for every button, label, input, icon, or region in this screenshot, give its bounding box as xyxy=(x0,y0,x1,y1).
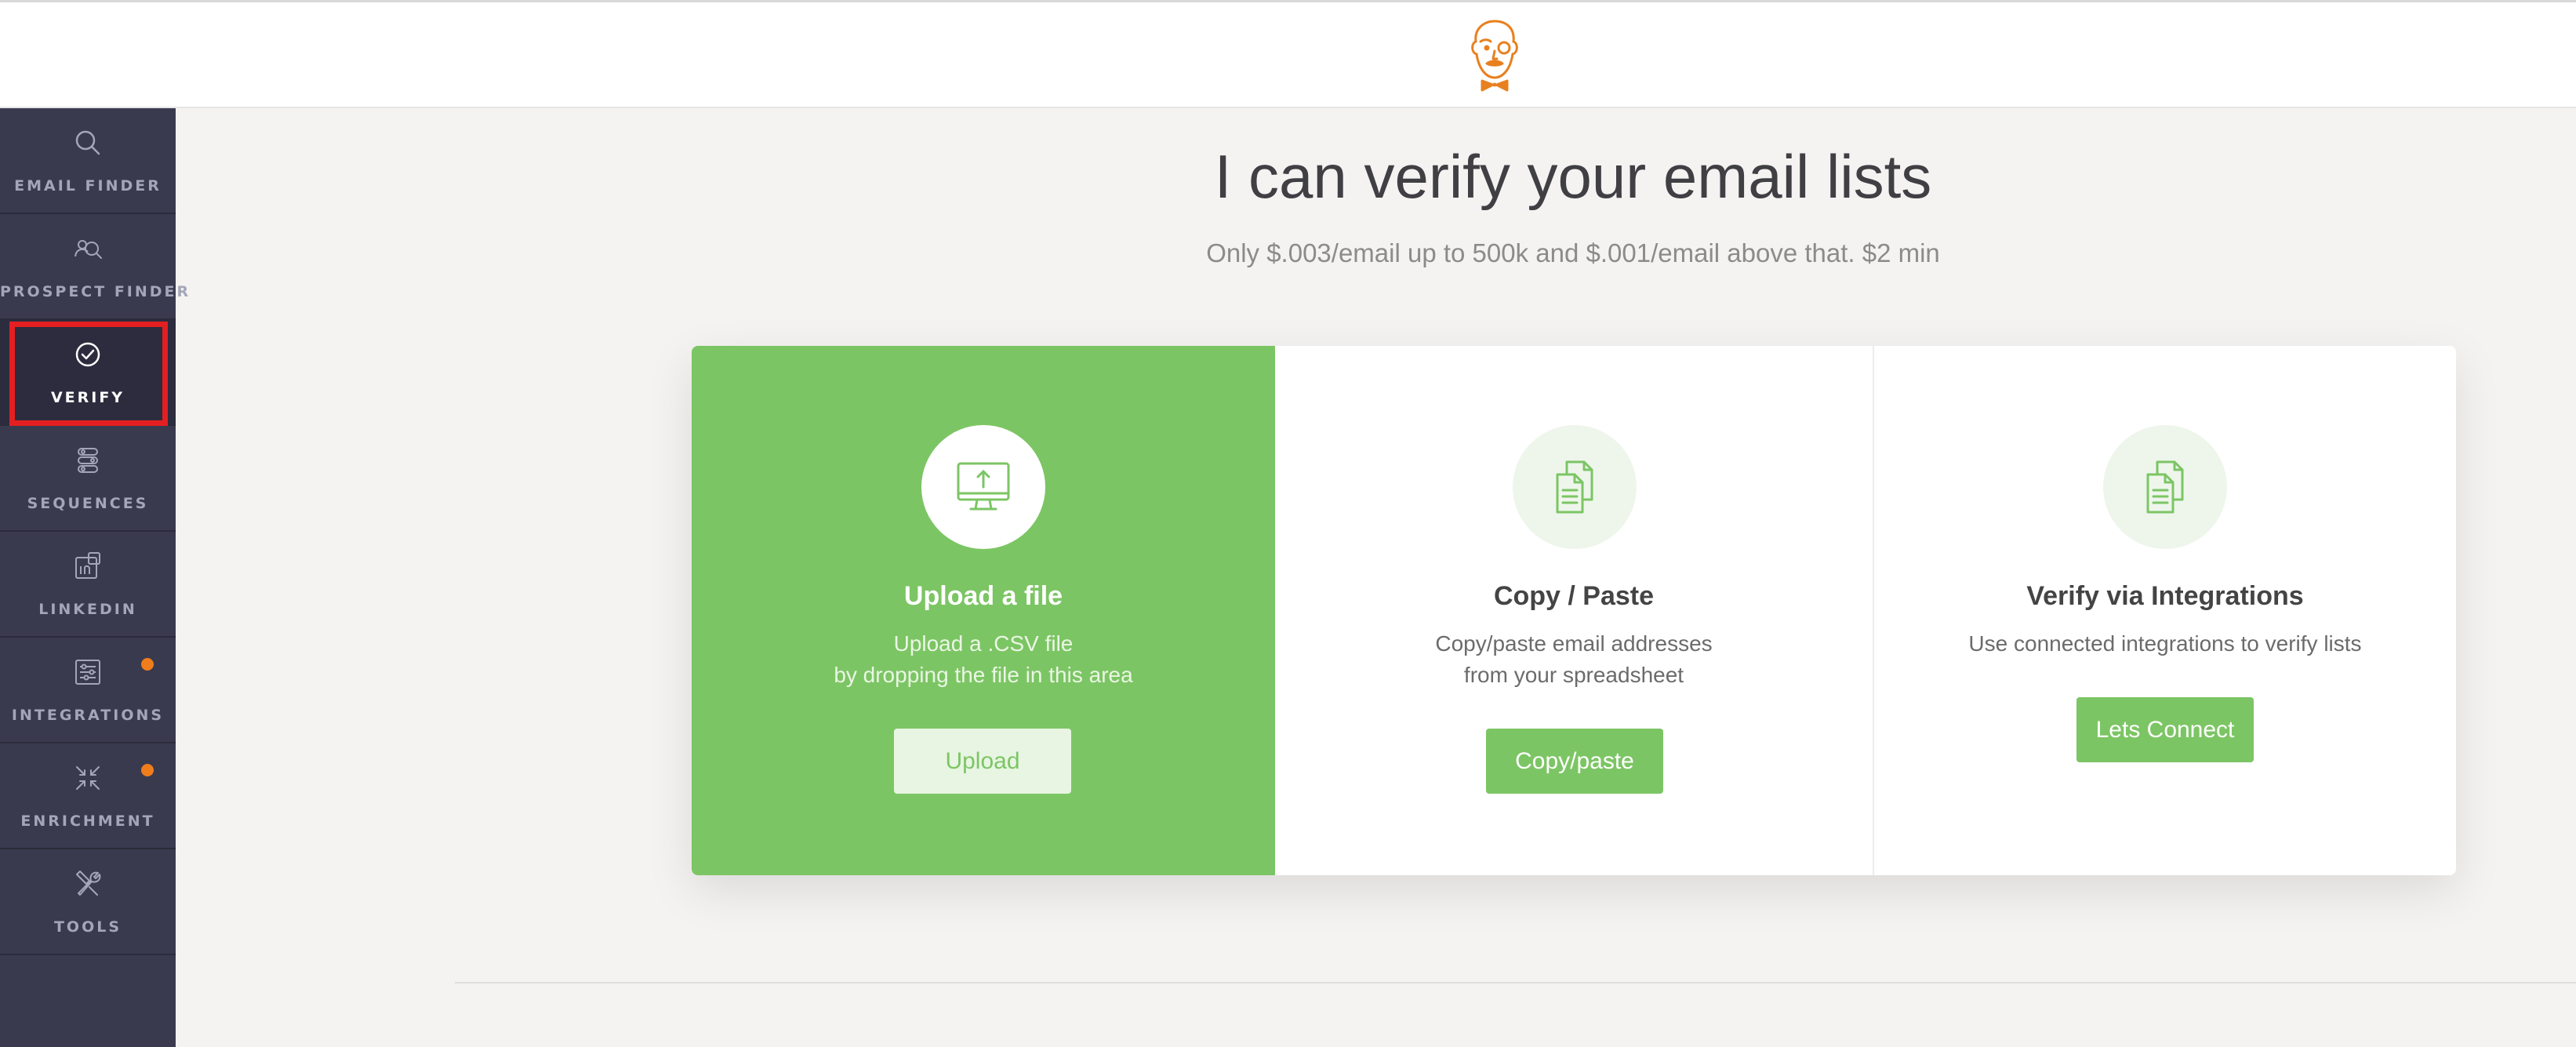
card-description: Upload a .CSV file by dropping the file … xyxy=(692,628,1275,691)
top-bar xyxy=(0,0,2576,108)
sidebar-item-label: ENRICHMENT xyxy=(20,813,155,830)
integrations-icon-circle xyxy=(2103,425,2227,549)
sidebar-item-enrichment[interactable]: ENRICHMENT xyxy=(0,743,176,849)
upload-file-card[interactable]: Upload a file Upload a .CSV file by drop… xyxy=(692,346,1275,875)
page-title: I can verify your email lists xyxy=(1214,142,1932,211)
card-title: Copy / Paste xyxy=(1493,581,1655,611)
sidebar-item-label: EMAIL FINDER xyxy=(14,177,162,194)
card-title: Upload a file xyxy=(903,581,1063,611)
card-description: Use connected integrations to verify lis… xyxy=(1874,628,2456,660)
card-description-line: Copy/paste email addresses xyxy=(1435,631,1713,656)
documents-icon xyxy=(2146,460,2184,514)
sidebar: EMAIL FINDER PROSPECT FINDER VERIFY SEQU… xyxy=(0,108,191,1047)
prospect-search-icon xyxy=(74,240,102,259)
integrations-card[interactable]: Verify via Integrations Use connected in… xyxy=(1874,346,2456,875)
enrichment-icon xyxy=(76,766,100,790)
mascot-logo-icon[interactable] xyxy=(1463,18,1526,95)
linkedin-icon xyxy=(75,552,100,579)
divider xyxy=(455,982,2576,983)
search-icon xyxy=(75,130,100,155)
notification-badge xyxy=(141,764,154,776)
documents-icon xyxy=(1556,460,1593,514)
sidebar-item-label: PROSPECT FINDER xyxy=(0,283,191,300)
sidebar-item-linkedin[interactable]: LINKEDIN xyxy=(0,532,176,638)
tools-icon xyxy=(76,871,101,896)
copy-paste-icon-circle xyxy=(1513,425,1637,549)
sidebar-item-prospect-finder[interactable]: PROSPECT FINDER xyxy=(0,214,191,320)
card-description-line: from your spreadsheet xyxy=(1463,663,1684,687)
verify-options: Upload a file Upload a .CSV file by drop… xyxy=(692,346,2456,875)
sequences-icon xyxy=(78,448,98,473)
sidebar-item-label: TOOLS xyxy=(53,918,122,936)
copy-paste-button[interactable]: Copy/paste xyxy=(1486,729,1663,794)
sidebar-item-verify[interactable]: VERIFY xyxy=(0,320,176,426)
card-description-line: by dropping the file in this area xyxy=(834,663,1133,687)
sidebar-item-integrations[interactable]: INTEGRATIONS xyxy=(0,638,176,743)
sidebar-item-email-finder[interactable]: EMAIL FINDER xyxy=(0,108,176,214)
notification-badge xyxy=(141,658,154,671)
card-description-line: Use connected integrations to verify lis… xyxy=(1968,631,2362,656)
card-description-line: Upload a .CSV file xyxy=(893,631,1074,656)
lets-connect-button[interactable]: Lets Connect xyxy=(2076,697,2254,762)
card-title: Verify via Integrations xyxy=(2026,581,2304,611)
sidebar-item-label: INTEGRATIONS xyxy=(11,707,165,724)
copy-paste-card[interactable]: Copy / Paste Copy/paste email addresses … xyxy=(1275,346,1874,875)
pricing-subtitle: Only $.003/email up to 500k and $.001/em… xyxy=(1206,238,1940,267)
monitor-upload-icon xyxy=(957,462,1010,511)
check-circle-icon xyxy=(75,342,100,367)
integrations-icon xyxy=(75,660,100,685)
sidebar-item-label: LINKEDIN xyxy=(38,601,137,618)
upload-button[interactable]: Upload xyxy=(894,729,1071,794)
sidebar-item-sequences[interactable]: SEQUENCES xyxy=(0,426,176,532)
sidebar-item-tools[interactable]: TOOLS xyxy=(0,849,176,955)
sidebar-item-label: VERIFY xyxy=(50,389,125,406)
upload-icon-circle xyxy=(921,425,1045,549)
sidebar-item-label: SEQUENCES xyxy=(27,495,149,512)
card-description: Copy/paste email addresses from your spr… xyxy=(1275,628,1873,691)
